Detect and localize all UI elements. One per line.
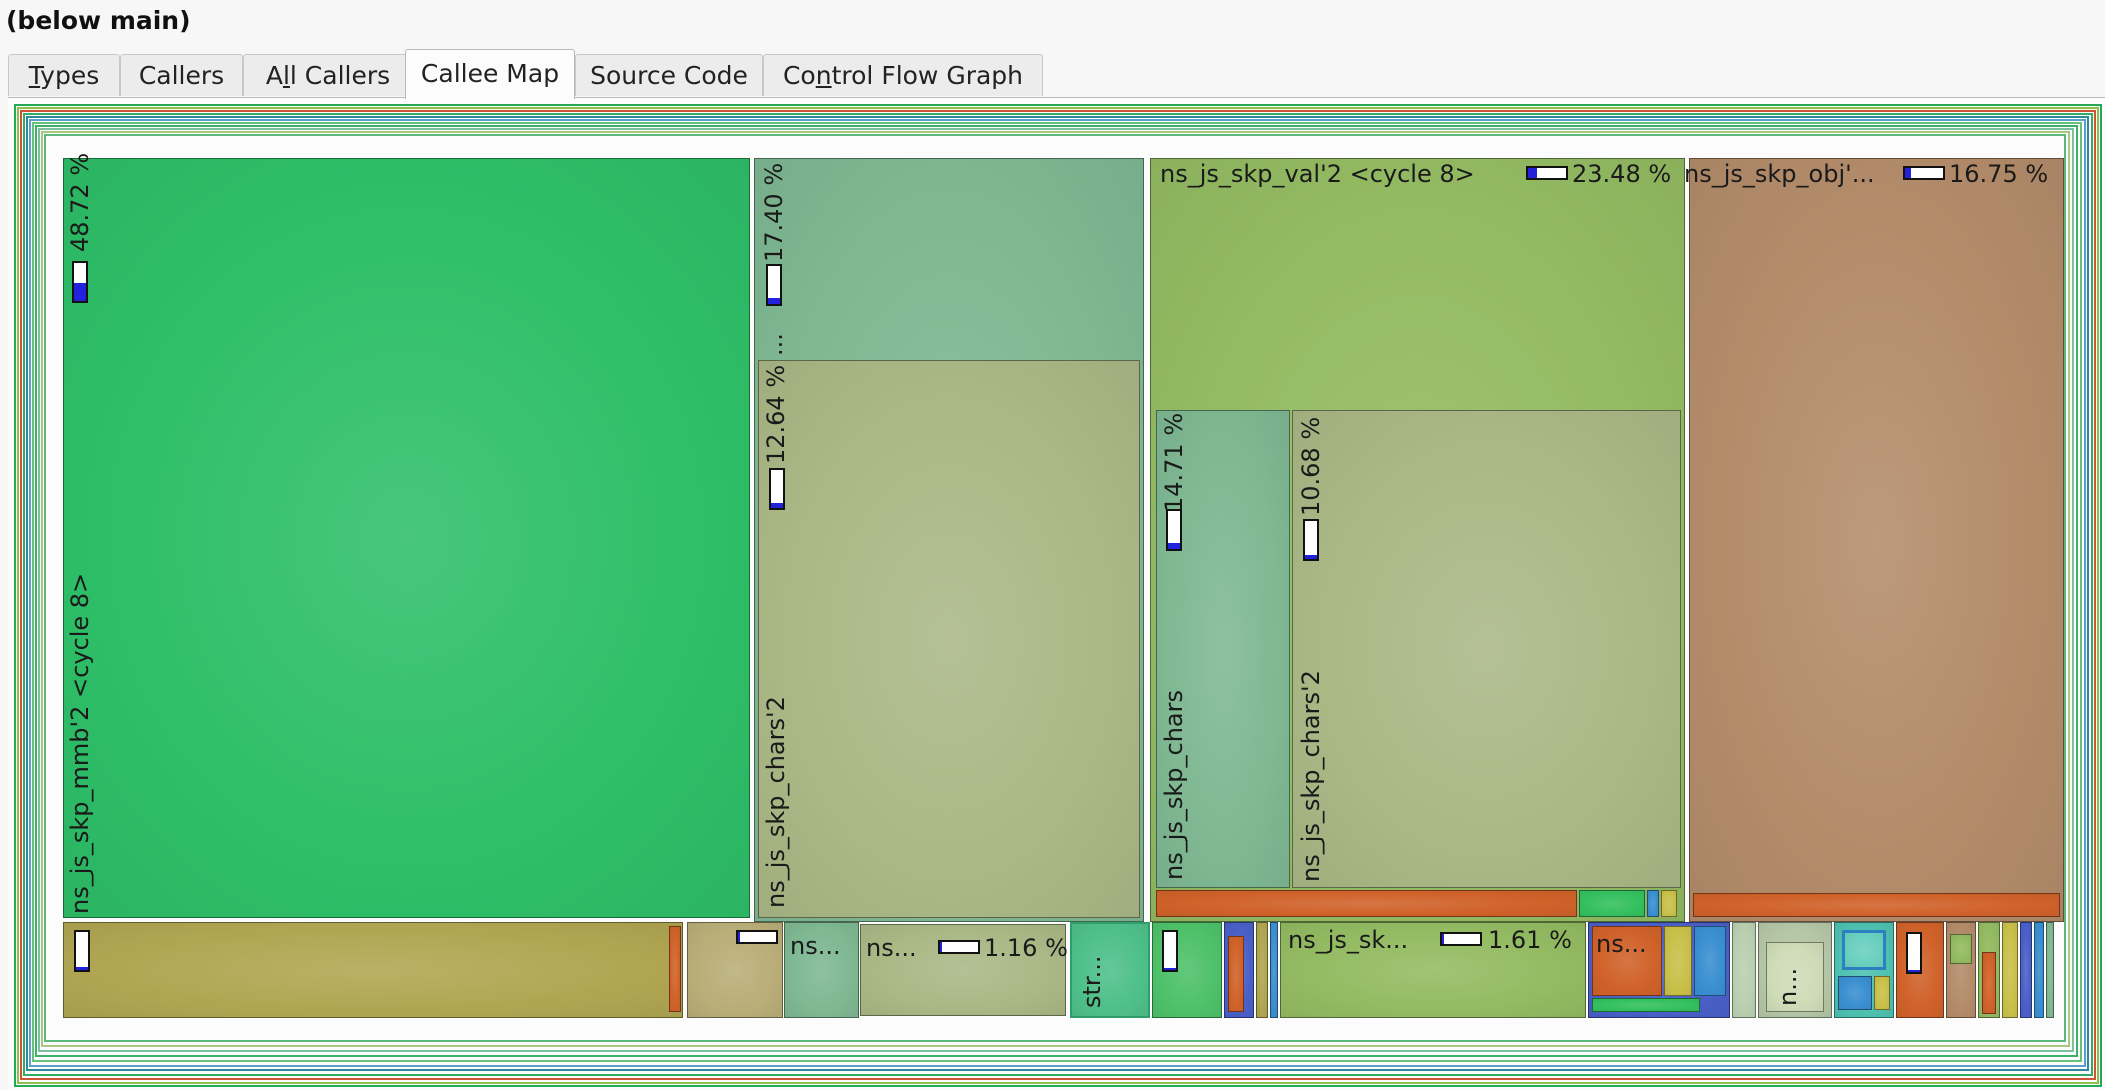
- node-small-sk-cost-bar: [1440, 932, 1482, 946]
- node-obj-label: ns_js_skp_obj'...: [1684, 160, 1875, 188]
- node-val-percent: 23.48 %: [1572, 160, 1672, 188]
- node-small-teal2[interactable]: [2046, 922, 2054, 1018]
- node-bottom-mustard-cost-bar: [74, 930, 90, 972]
- node-mmb-percent: 48.72 %: [66, 152, 94, 252]
- node-small-ns1-label: ns...: [790, 932, 841, 960]
- node-small-ns3-yellow[interactable]: [1664, 926, 1692, 996]
- window-title: (below main): [6, 6, 191, 35]
- node-small-blue3[interactable]: [2020, 922, 2032, 1018]
- node-small-teal-yellow[interactable]: [1874, 976, 1890, 1010]
- node-small-sk-label: ns_js_sk...: [1288, 926, 1409, 954]
- node-small-teal-blue[interactable]: [1838, 976, 1872, 1010]
- node-chars-b-label: ns_js_skp_chars: [1160, 689, 1188, 880]
- node-val-blue-strip[interactable]: [1647, 890, 1659, 917]
- node-mmb[interactable]: [63, 158, 750, 918]
- node-small-green-cost-bar: [1162, 930, 1178, 972]
- callee-treemap[interactable]: ns_js_skp_mmb'2 <cycle 8> 48.72 % 17.40 …: [14, 104, 2104, 1088]
- node-obj[interactable]: [1689, 158, 2064, 922]
- node-bottom-khaki-cost-bar: [736, 930, 778, 944]
- node-obj-orange-strip[interactable]: [1693, 893, 2060, 917]
- node-block-top-cost-bar: [766, 264, 782, 306]
- node-chars-a-percent: 12.64 %: [762, 364, 790, 464]
- node-small-orange2-cost-bar: [1906, 932, 1922, 974]
- node-val-cost-bar: [1526, 166, 1568, 180]
- node-mmb-cost-bar: [72, 261, 88, 303]
- node-obj-percent: 16.75 %: [1949, 160, 2049, 188]
- node-small-ns2-label: ns...: [866, 934, 917, 962]
- node-small-green2-inner[interactable]: [1982, 952, 1996, 1014]
- node-chars-a[interactable]: [758, 360, 1140, 918]
- node-chars-b-cost-bar: [1166, 509, 1182, 551]
- node-chars-b-percent: 14.71 %: [1160, 412, 1188, 512]
- node-small-pale[interactable]: [1732, 922, 1756, 1018]
- node-block-top-ellipsis: ...: [760, 333, 788, 356]
- node-bottom-orange-sliver[interactable]: [669, 926, 681, 1012]
- node-val-yellow-strip[interactable]: [1661, 890, 1677, 917]
- node-chars-a-cost-bar: [769, 468, 785, 510]
- node-small-ns3-blue[interactable]: [1694, 926, 1726, 996]
- tab-all-callers[interactable]: All Callers: [243, 54, 413, 96]
- node-small-mustard[interactable]: [1256, 922, 1268, 1018]
- tab-callers[interactable]: Callers: [120, 54, 243, 96]
- node-mmb-label: ns_js_skp_mmb'2 <cycle 8>: [66, 572, 94, 914]
- node-chars-a-label: ns_js_skp_chars'2: [762, 696, 790, 908]
- node-small-yellow2[interactable]: [2002, 922, 2018, 1018]
- node-chars-c[interactable]: [1292, 410, 1681, 888]
- node-small-n-label: n...: [1774, 967, 1802, 1006]
- tab-control-flow-graph[interactable]: Control Flow Graph: [763, 54, 1043, 96]
- node-bottom-mustard[interactable]: [63, 922, 683, 1018]
- node-chars-c-label: ns_js_skp_chars'2: [1297, 670, 1325, 882]
- node-small-blue4[interactable]: [2034, 922, 2044, 1018]
- node-small-ns3-green[interactable]: [1592, 998, 1700, 1012]
- tab-source-code[interactable]: Source Code: [575, 54, 763, 96]
- node-small-ns2-cost-bar: [938, 940, 980, 954]
- node-block-top-percent: 17.40 %: [760, 162, 788, 262]
- node-val-green-strip[interactable]: [1579, 890, 1645, 917]
- node-small-blue2[interactable]: [1270, 922, 1278, 1018]
- node-val-orange-strip[interactable]: [1156, 890, 1577, 917]
- node-small-ns2-percent: 1.16 %: [984, 934, 1068, 962]
- node-small-orange[interactable]: [1228, 936, 1244, 1012]
- node-chars-c-percent: 10.68 %: [1297, 416, 1325, 516]
- node-small-sk-percent: 1.61 %: [1488, 926, 1572, 954]
- node-small-brown-inner[interactable]: [1950, 934, 1972, 964]
- node-val-label: ns_js_skp_val'2 <cycle 8>: [1160, 160, 1475, 188]
- node-chars-c-cost-bar: [1303, 519, 1319, 561]
- tab-types[interactable]: Types: [8, 54, 120, 96]
- node-obj-cost-bar: [1903, 166, 1945, 180]
- node-small-ns3-label: ns...: [1596, 930, 1647, 958]
- node-small-str-label: str...: [1078, 955, 1106, 1008]
- tab-callee-map[interactable]: Callee Map: [405, 49, 575, 99]
- node-small-teal-inner[interactable]: [1842, 930, 1886, 970]
